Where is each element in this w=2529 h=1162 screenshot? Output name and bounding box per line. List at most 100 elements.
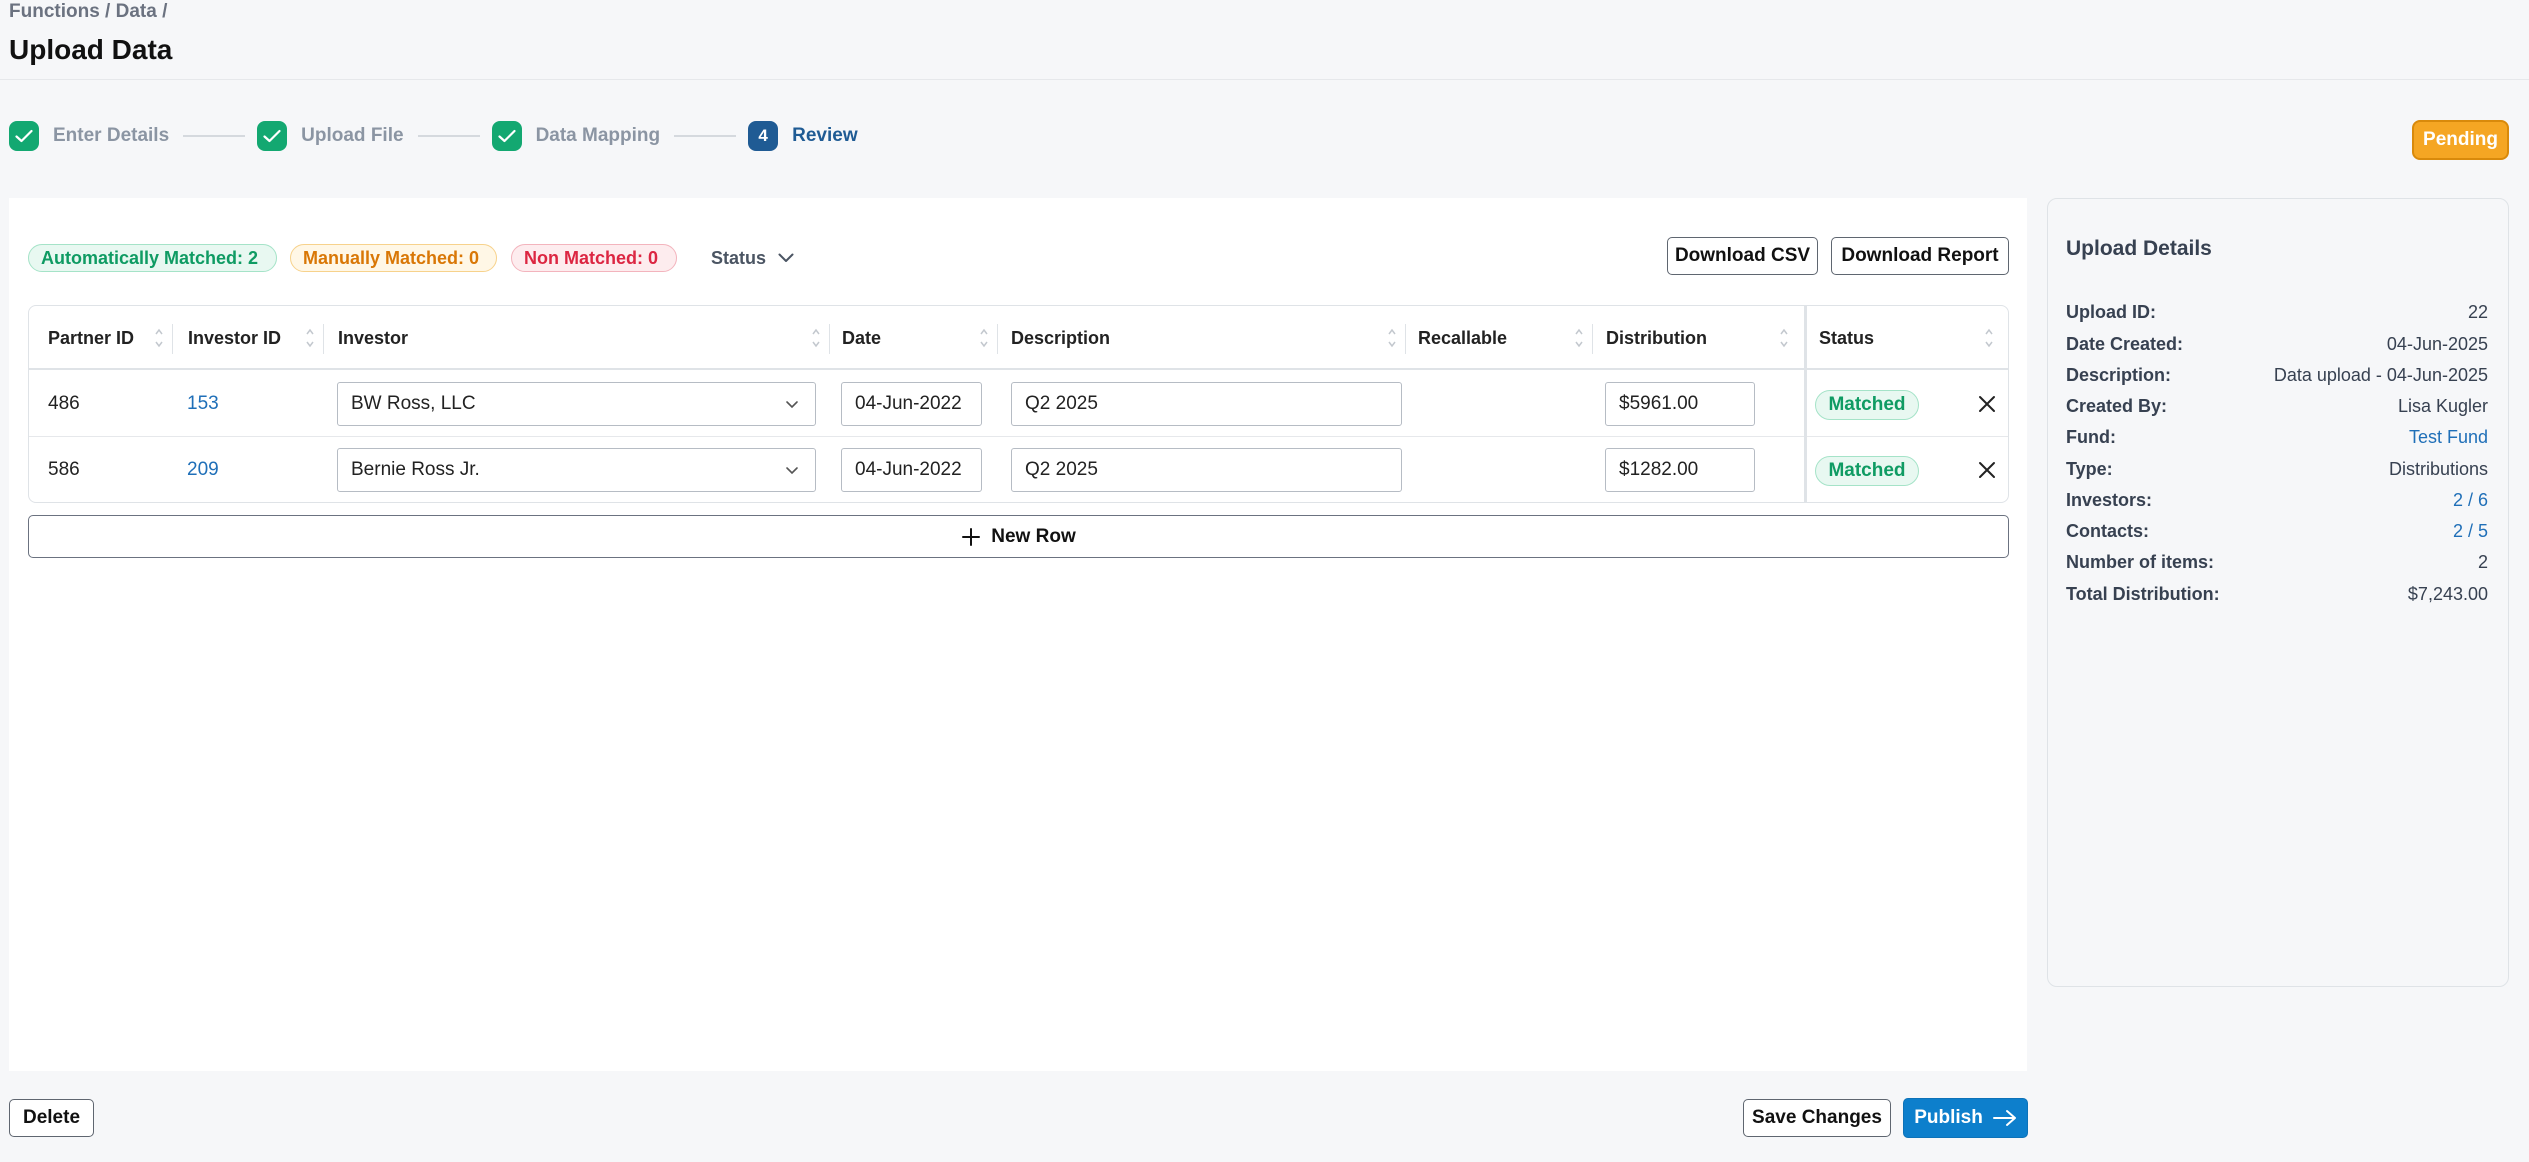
sort-icon[interactable] xyxy=(811,323,821,353)
filter-non-matched[interactable]: Non Matched: 0 xyxy=(511,244,677,272)
upload-details-panel: Upload Details Upload ID: 22 Date Create… xyxy=(2047,198,2509,987)
col-header-distribution[interactable]: Distribution xyxy=(1587,306,1707,370)
detail-investors: Investors: 2 / 6 xyxy=(2066,488,2488,512)
detail-date-created: Date Created: 04-Jun-2025 xyxy=(2066,332,2488,356)
status-filter-dropdown[interactable]: Status xyxy=(711,244,794,272)
step-connector xyxy=(417,135,480,137)
detail-value: 04-Jun-2025 xyxy=(2386,333,2488,354)
col-header-investor[interactable]: Investor xyxy=(319,306,408,370)
detail-value: $7,243.00 xyxy=(2407,583,2488,604)
date-input[interactable]: 04-Jun-2022 xyxy=(841,448,982,492)
step-number: 4 xyxy=(748,121,779,151)
step-connector xyxy=(674,135,737,137)
plus-icon xyxy=(962,527,981,546)
close-icon[interactable] xyxy=(1976,393,1998,415)
filter-auto-matched[interactable]: Automatically Matched: 2 xyxy=(28,244,277,272)
col-header-status[interactable]: Status xyxy=(1800,306,1874,370)
check-icon xyxy=(491,121,522,151)
investor-select[interactable]: Bernie Ross Jr. xyxy=(337,448,816,492)
status-filter-label: Status xyxy=(711,247,767,268)
upload-details-title: Upload Details xyxy=(2066,237,2212,260)
detail-value: 22 xyxy=(2467,301,2488,322)
detail-value: Data upload - 04-Jun-2025 xyxy=(2273,364,2488,385)
sort-icon[interactable] xyxy=(1779,323,1789,353)
step-data-mapping[interactable]: Data Mapping xyxy=(491,121,660,151)
publish-button[interactable]: Publish xyxy=(1903,1098,2028,1138)
download-report-button[interactable]: Download Report xyxy=(1831,237,2009,275)
table-header: Partner ID Investor ID Investor Date Des… xyxy=(29,306,2008,370)
partner-id-cell: 586 xyxy=(48,459,80,480)
investor-id-link[interactable]: 209 xyxy=(187,437,219,503)
step-upload-file[interactable]: Upload File xyxy=(257,121,404,151)
description-input[interactable]: Q2 2025 xyxy=(1011,448,1402,492)
detail-fund: Fund: Test Fund xyxy=(2066,425,2488,449)
data-table: Partner ID Investor ID Investor Date Des… xyxy=(28,305,2009,503)
detail-upload-id: Upload ID: 22 xyxy=(2066,300,2488,324)
detail-value: Distributions xyxy=(2388,458,2488,479)
date-input[interactable]: 04-Jun-2022 xyxy=(841,382,982,426)
detail-label: Date Created: xyxy=(2066,333,2184,354)
contacts-link[interactable]: 2 / 5 xyxy=(2453,521,2488,542)
status-badge: Pending xyxy=(2412,120,2509,160)
status-badge: Matched xyxy=(1815,390,1919,420)
new-row-button[interactable]: New Row xyxy=(28,515,2009,558)
detail-value: Lisa Kugler xyxy=(2397,395,2488,416)
detail-description: Description: Data upload - 04-Jun-2025 xyxy=(2066,363,2488,387)
detail-label: Investors: xyxy=(2066,489,2153,510)
publish-label: Publish xyxy=(1914,1107,1983,1128)
distribution-input[interactable]: $1282.00 xyxy=(1605,448,1755,492)
col-header-recallable[interactable]: Recallable xyxy=(1399,306,1507,370)
col-header-partner-id[interactable]: Partner ID xyxy=(29,306,134,370)
step-label: Enter Details xyxy=(53,125,170,146)
delete-button[interactable]: Delete xyxy=(9,1099,94,1137)
chevron-down-icon xyxy=(786,467,798,475)
detail-type: Type: Distributions xyxy=(2066,457,2488,481)
status-badge: Matched xyxy=(1815,456,1919,486)
fund-link[interactable]: Test Fund xyxy=(2409,427,2488,448)
step-review[interactable]: 4 Review xyxy=(748,121,858,151)
detail-label: Number of items: xyxy=(2066,551,2215,572)
table-row: 486 153 BW Ross, LLC 04-Jun-2022 Q2 2025… xyxy=(29,371,2008,437)
chevron-down-icon xyxy=(786,401,798,409)
investor-select[interactable]: BW Ross, LLC xyxy=(337,382,816,426)
detail-label: Contacts: xyxy=(2066,520,2150,541)
pinned-column-divider xyxy=(1804,306,1807,502)
distribution-input[interactable]: $5961.00 xyxy=(1605,382,1755,426)
sort-icon[interactable] xyxy=(305,323,315,353)
step-connector xyxy=(183,135,246,137)
step-enter-details[interactable]: Enter Details xyxy=(9,121,169,151)
page-title: Upload Data xyxy=(9,34,173,65)
sort-icon[interactable] xyxy=(1574,323,1584,353)
check-icon xyxy=(257,121,288,151)
detail-label: Type: xyxy=(2066,458,2113,479)
detail-label: Total Distribution: xyxy=(2066,583,2220,604)
detail-value: 2 xyxy=(2477,551,2488,572)
investors-link[interactable]: 2 / 6 xyxy=(2453,490,2488,511)
breadcrumb[interactable]: Functions / Data / xyxy=(9,1,167,23)
description-input[interactable]: Q2 2025 xyxy=(1011,382,1402,426)
new-row-label: New Row xyxy=(991,525,1076,547)
step-label: Review xyxy=(792,125,858,146)
close-icon[interactable] xyxy=(1976,459,1998,481)
sort-icon[interactable] xyxy=(154,323,164,353)
detail-number-of-items: Number of items: 2 xyxy=(2066,550,2488,574)
investor-select-value: Bernie Ross Jr. xyxy=(351,459,480,480)
save-changes-button[interactable]: Save Changes xyxy=(1743,1099,1891,1137)
detail-total-distribution: Total Distribution: $7,243.00 xyxy=(2066,582,2488,606)
sort-icon[interactable] xyxy=(1387,323,1397,353)
col-header-date[interactable]: Date xyxy=(823,306,881,370)
table-row: 586 209 Bernie Ross Jr. 04-Jun-2022 Q2 2… xyxy=(29,437,2008,503)
filter-manual-matched[interactable]: Manually Matched: 0 xyxy=(290,244,497,272)
sort-icon[interactable] xyxy=(979,323,989,353)
stepper: Enter Details Upload File Data Mapping 4… xyxy=(9,121,858,151)
detail-contacts: Contacts: 2 / 5 xyxy=(2066,519,2488,543)
col-header-investor-id[interactable]: Investor ID xyxy=(169,306,281,370)
investor-id-link[interactable]: 153 xyxy=(187,371,219,437)
detail-label: Created By: xyxy=(2066,395,2168,416)
detail-label: Upload ID: xyxy=(2066,301,2156,322)
sort-icon[interactable] xyxy=(1984,323,1994,353)
col-header-description[interactable]: Description xyxy=(992,306,1110,370)
check-icon xyxy=(9,121,39,151)
detail-created-by: Created By: Lisa Kugler xyxy=(2066,394,2488,418)
download-csv-button[interactable]: Download CSV xyxy=(1667,237,1818,275)
